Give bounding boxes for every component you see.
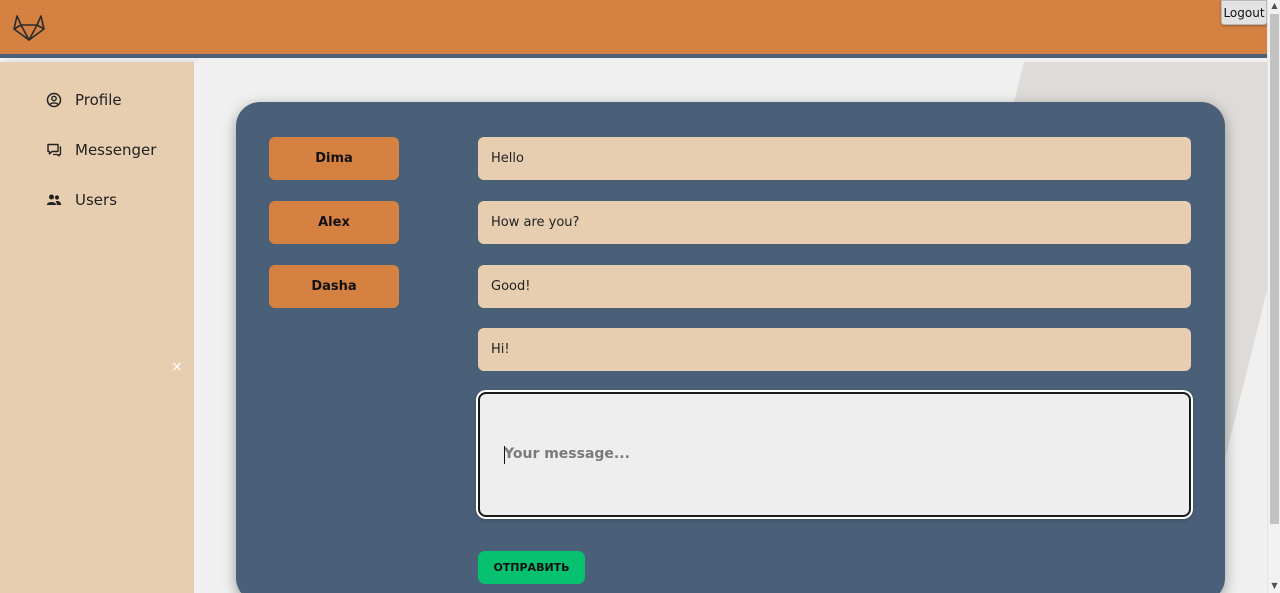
text-caret (504, 446, 505, 464)
message-item: How are you? (478, 201, 1191, 244)
send-button[interactable]: ОТПРАВИТЬ (478, 551, 585, 584)
gitlab-logo-icon[interactable] (12, 12, 46, 42)
close-icon[interactable]: × (170, 360, 184, 374)
dialog-item-dasha[interactable]: Dasha (269, 265, 399, 308)
message-item: Good! (478, 265, 1191, 308)
message-item: Hi! (478, 328, 1191, 371)
sidebar-item-label: Users (75, 191, 118, 209)
user-circle-icon (46, 92, 62, 108)
message-item: Hello (478, 137, 1191, 180)
page-scrollbar[interactable]: ▲ ▼ (1267, 0, 1280, 593)
sidebar-item-label: Profile (75, 91, 122, 109)
scroll-down-icon[interactable]: ▼ (1268, 580, 1280, 592)
message-composer (478, 392, 1191, 517)
users-icon (46, 192, 62, 208)
chat-bubble-icon (46, 142, 62, 158)
scroll-up-icon[interactable]: ▲ (1268, 0, 1280, 12)
dialog-item-alex[interactable]: Alex (269, 201, 399, 244)
sidebar-item-profile[interactable]: Profile (46, 88, 122, 112)
message-input[interactable] (504, 446, 1164, 470)
scrollbar-thumb[interactable] (1270, 14, 1279, 524)
sidebar-item-users[interactable]: Users (46, 188, 117, 212)
dialog-item-dima[interactable]: Dima (269, 137, 399, 180)
top-header (0, 0, 1267, 58)
sidebar-item-messenger[interactable]: Messenger (46, 138, 156, 162)
logout-button[interactable]: Logout (1221, 0, 1267, 25)
sidebar-item-label: Messenger (75, 141, 157, 159)
sidebar-nav: Profile Messenger Users × (0, 62, 194, 593)
